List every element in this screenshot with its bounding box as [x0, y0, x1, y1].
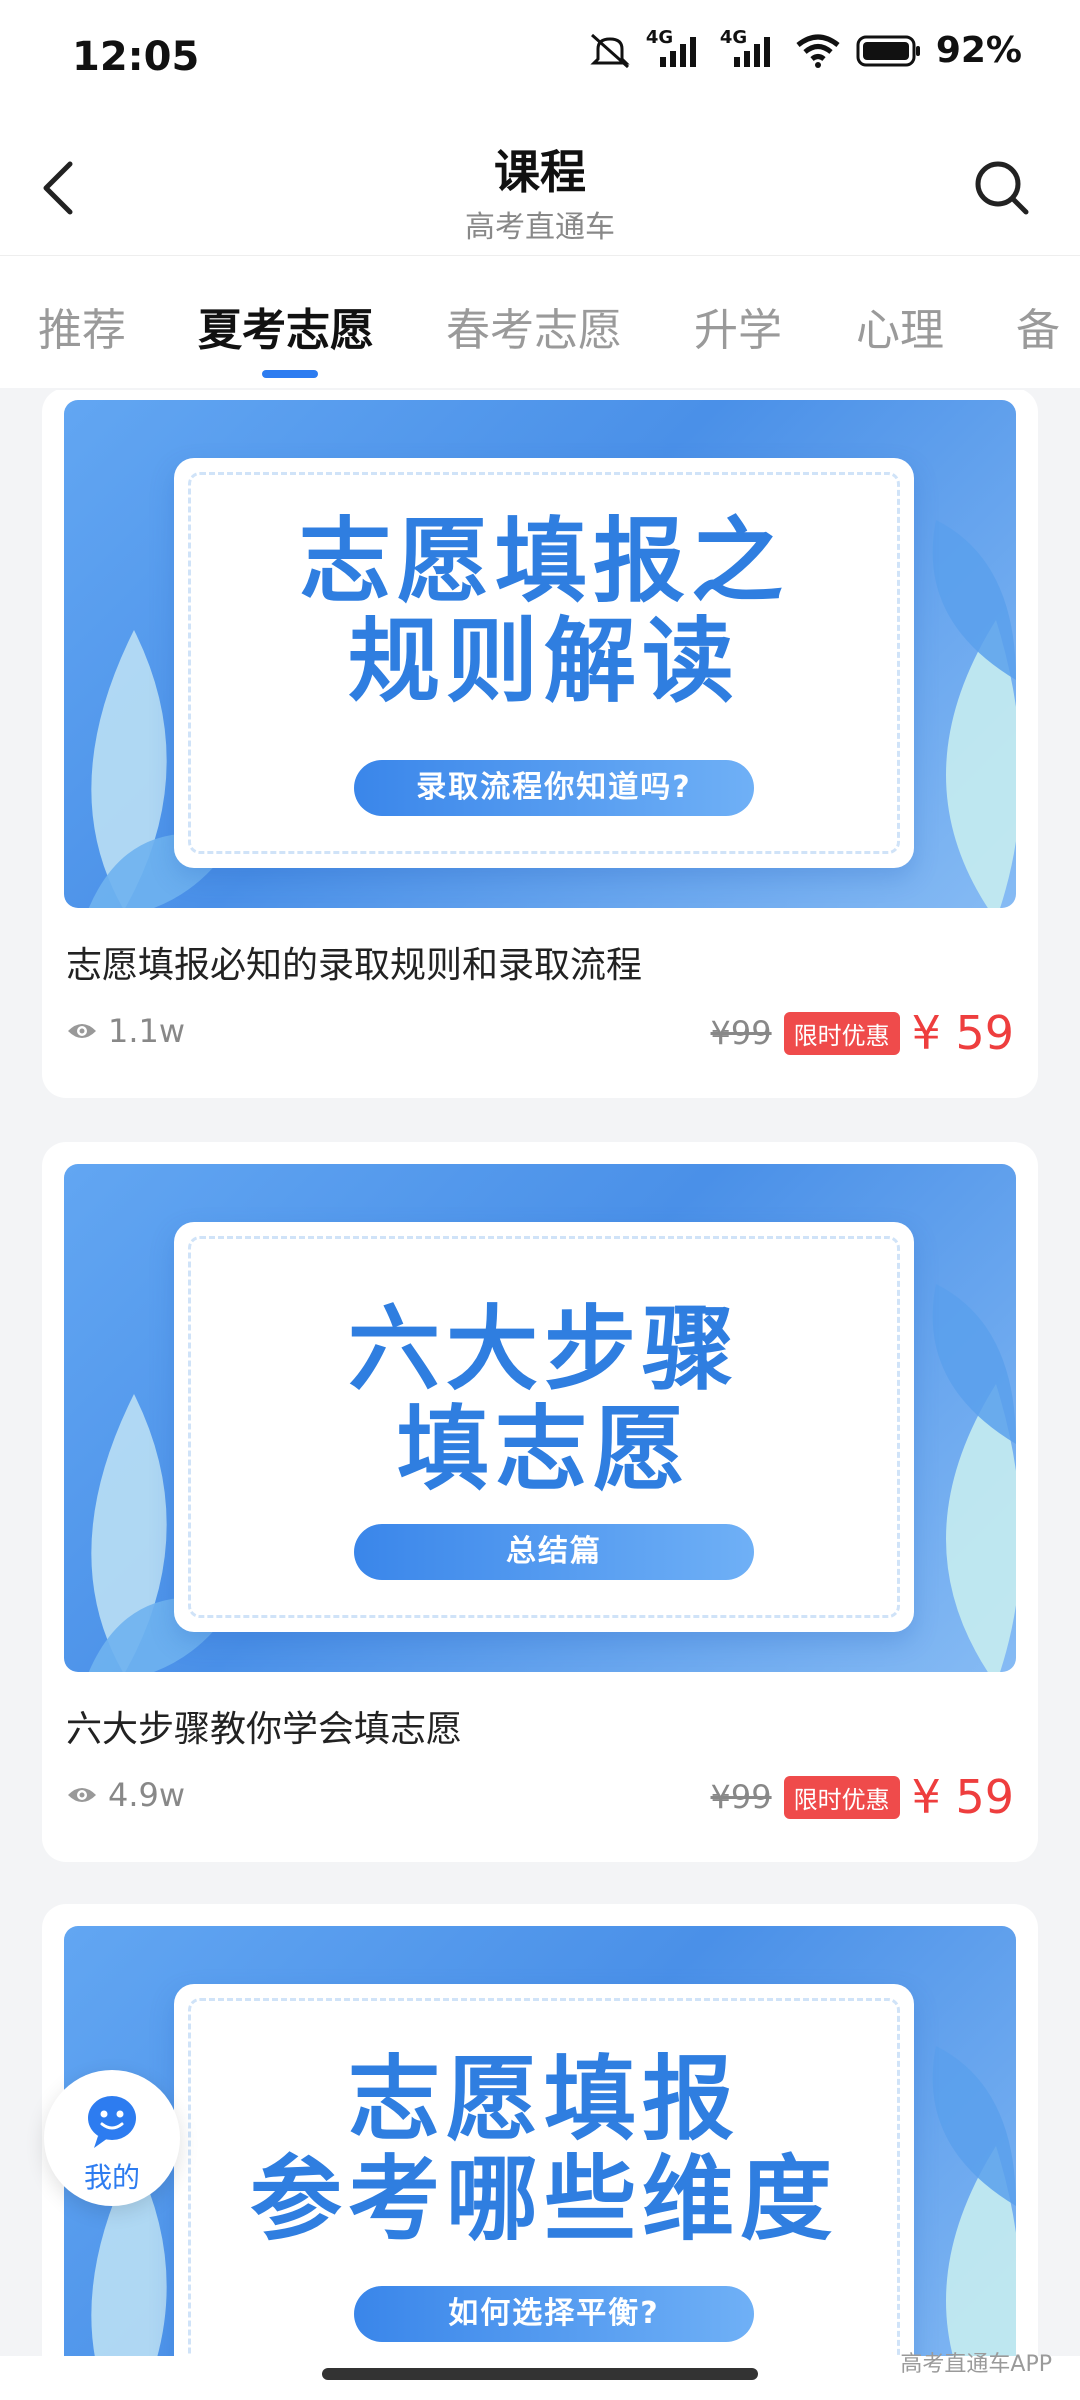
tab-indicator: [262, 370, 318, 378]
eye-icon: [68, 1024, 96, 1038]
tab-psychology[interactable]: 心理: [856, 294, 944, 358]
tab-recommend[interactable]: 推荐: [38, 294, 126, 358]
page-title: 课程: [494, 145, 586, 199]
course-card[interactable]: 志愿填报 参考哪些维度 如何选择平衡?: [42, 1904, 1038, 2360]
battery-icon: [856, 35, 920, 66]
category-tabs: 推荐 夏考志愿 春考志愿 升学 心理 备: [0, 256, 1080, 388]
signal-icon-2: 4G: [720, 27, 780, 71]
discount-badge: 限时优惠: [783, 1775, 900, 1819]
original-price: ¥99: [710, 1014, 772, 1052]
battery-percent: 92%: [935, 30, 1022, 71]
original-price: ¥99: [710, 1778, 772, 1816]
home-indicator[interactable]: [322, 2368, 758, 2380]
view-count-value: 1.1w: [108, 1012, 186, 1050]
course-title[interactable]: 志愿填报必知的录取规则和录取流程: [66, 936, 642, 988]
course-meta: 4.9w ¥99 限时优惠 ¥ 59: [66, 1770, 1014, 1826]
search-icon[interactable]: [972, 158, 1032, 218]
banner-headline-1: 志愿填报: [347, 2046, 740, 2153]
banner-headline-2: 规则解读: [347, 608, 740, 715]
banner-pill: 如何选择平衡?: [354, 2286, 754, 2342]
price-area: ¥99 限时优惠 ¥ 59: [711, 1006, 1015, 1060]
tab-summer-exam[interactable]: 夏考志愿: [198, 294, 374, 358]
page-subtitle: 高考直通车: [465, 210, 615, 245]
course-card[interactable]: 六大步骤 填志愿 总结篇 六大步骤教你学会填志愿 4.9w ¥99 限时优惠 ¥…: [42, 1142, 1038, 1862]
course-meta: 1.1w ¥99 限时优惠 ¥ 59: [66, 1006, 1014, 1062]
course-banner[interactable]: 志愿填报 参考哪些维度 如何选择平衡?: [64, 1926, 1016, 2360]
course-banner[interactable]: 志愿填报之 规则解读 录取流程你知道吗?: [64, 400, 1016, 908]
banner-pill: 录取流程你知道吗?: [354, 760, 754, 816]
eye-icon: [68, 1788, 96, 1802]
price-area: ¥99 限时优惠 ¥ 59: [711, 1770, 1015, 1824]
banner-pill: 总结篇: [354, 1524, 754, 1580]
course-list[interactable]: 志愿填报之 规则解读 录取流程你知道吗? 志愿填报必知的录取规则和录取流程 1.…: [0, 390, 1080, 2360]
banner-headline-2: 参考哪些维度: [249, 2146, 838, 2253]
wifi-icon: [796, 34, 840, 68]
status-time: 12:05: [72, 34, 200, 80]
my-profile-label: 我的: [83, 2161, 140, 2194]
course-card[interactable]: 志愿填报之 规则解读 录取流程你知道吗? 志愿填报必知的录取规则和录取流程 1.…: [42, 390, 1038, 1098]
view-count: 4.9w: [66, 1776, 185, 1814]
view-count-value: 4.9w: [108, 1776, 186, 1814]
watermark: 高考直通车APP: [900, 2352, 1052, 2377]
current-price: ¥ 59: [911, 1006, 1014, 1060]
tab-more[interactable]: 备: [1016, 294, 1060, 358]
current-price: ¥ 59: [911, 1770, 1014, 1824]
status-icons: 4G 4G 92%: [588, 27, 1022, 71]
status-bar: 12:05 4G 4G 92%: [0, 0, 1080, 120]
course-banner[interactable]: 六大步骤 填志愿 总结篇: [64, 1164, 1016, 1672]
tab-spring-exam[interactable]: 春考志愿: [446, 294, 622, 358]
mute-icon: [590, 33, 630, 68]
tab-further-study[interactable]: 升学: [694, 294, 782, 358]
robot-avatar-icon: [88, 2096, 136, 2148]
header: 课程 高考直通车: [0, 120, 1080, 256]
banner-headline-1: 六大步骤: [347, 1296, 740, 1403]
my-profile-button[interactable]: 我的: [44, 2070, 180, 2206]
banner-headline-2: 填志愿: [396, 1396, 691, 1503]
signal-icon-1: 4G: [646, 27, 706, 71]
course-title[interactable]: 六大步骤教你学会填志愿: [66, 1700, 462, 1752]
banner-headline-1: 志愿填报之: [298, 508, 789, 615]
view-count: 1.1w: [66, 1012, 185, 1050]
discount-badge: 限时优惠: [783, 1011, 900, 1055]
